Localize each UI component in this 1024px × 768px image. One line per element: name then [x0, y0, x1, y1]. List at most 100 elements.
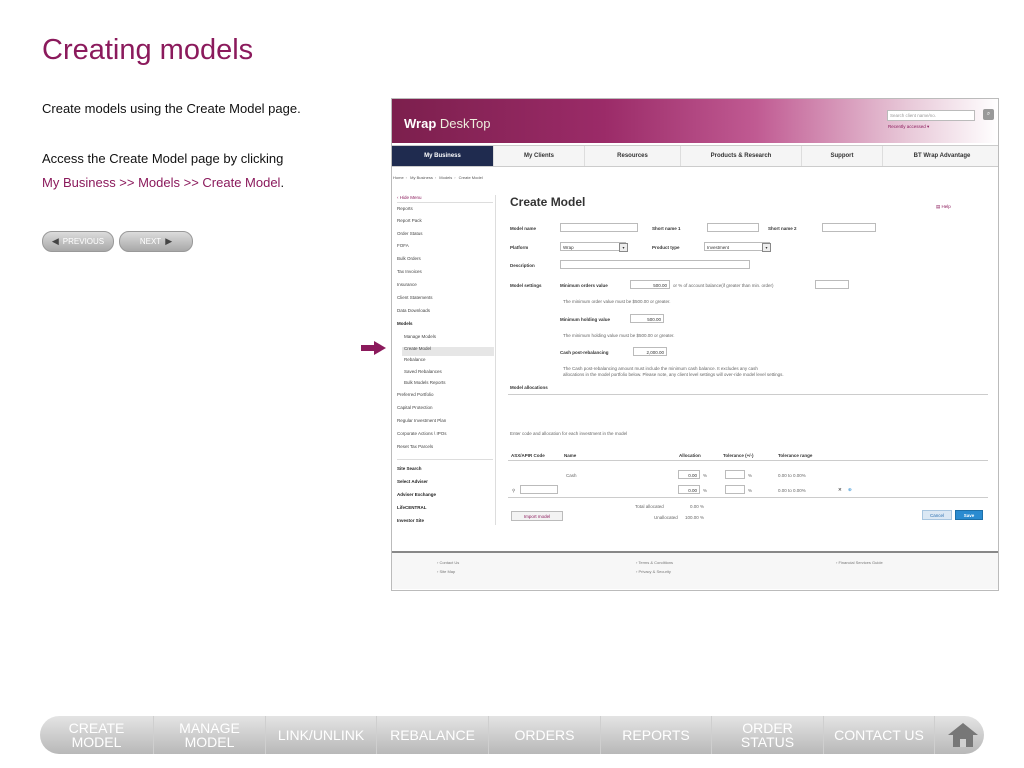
total-allocated-label: Total allocated — [635, 504, 664, 509]
platform-dropdown-icon[interactable]: ▾ — [619, 243, 628, 252]
bottom-nav-home[interactable] — [935, 716, 984, 754]
col-asx-apir-code: ASX/APIR Code — [511, 453, 545, 458]
unallocated-label: Unallocated — [654, 515, 678, 520]
next-button[interactable]: NEXT ▶ — [119, 231, 193, 252]
row-new-allocation-input[interactable]: 0.00 — [678, 485, 700, 494]
model-name-label: Model name — [510, 226, 537, 231]
search-icon[interactable]: ⌕ — [983, 109, 994, 120]
minimum-orders-suffix: or % of account balance(if greater than … — [673, 283, 774, 288]
total-allocated-value: 0.00 % — [690, 504, 705, 509]
previous-button[interactable]: ◀ PREVIOUS — [42, 231, 114, 252]
nav-tab-products-research[interactable]: Products & Research — [681, 146, 802, 166]
col-tolerance-range: Tolerance range — [778, 453, 813, 458]
app-footer — [392, 551, 998, 589]
platform-label: Platform — [510, 245, 529, 250]
product-type-select[interactable]: Investment — [704, 242, 770, 251]
bottom-nav-create-model[interactable]: CREATE MODEL — [40, 716, 154, 754]
description-input[interactable] — [560, 260, 750, 269]
nav-tab-my-business[interactable]: My Business — [392, 146, 494, 166]
unallocated-value: 100.00 % — [685, 515, 705, 520]
product-type-dropdown-icon[interactable]: ▾ — [762, 243, 771, 252]
pointer-arrow-icon — [361, 341, 387, 355]
model-name-input[interactable] — [560, 223, 638, 232]
bottom-navigation: CREATE MODEL MANAGE MODEL LINK/UNLINK RE… — [40, 716, 984, 754]
code-search-icon[interactable]: ⚲ — [512, 488, 515, 494]
bottom-nav-link-unlink[interactable]: LINK/UNLINK — [266, 716, 377, 754]
model-allocations-label: Model allocations — [510, 385, 548, 390]
bottom-nav-orders[interactable]: ORDERS — [489, 716, 601, 754]
short-name-2-input[interactable] — [822, 223, 876, 232]
breadcrumb-my-business[interactable]: My Business — [410, 175, 433, 180]
row-new-tolerance-input[interactable] — [725, 485, 745, 494]
import-model-button[interactable]: Import model — [511, 511, 563, 521]
home-icon — [947, 723, 978, 747]
row-cash-tolerance-input[interactable] — [725, 470, 745, 479]
previous-button-label: PREVIOUS — [62, 237, 105, 246]
model-settings-label: Model settings — [510, 283, 542, 288]
app-breadcrumb: Home › My Business › Models › Create Model — [393, 175, 483, 180]
row-new-code-input[interactable] — [520, 485, 558, 494]
remove-row-icon[interactable]: ✕ — [838, 487, 842, 493]
minimum-holding-note: The minimum holding value must be $500.0… — [563, 333, 675, 338]
help-link[interactable]: ▤ Help — [936, 204, 951, 210]
nav-tab-support[interactable]: Support — [802, 146, 883, 166]
recently-accessed-link[interactable]: Recently accessed ▾ — [888, 124, 929, 130]
footer-contact-us[interactable]: › Contact Us — [437, 560, 459, 565]
app-screenshot: Wrap DeskTop Search client name/no. ⌕ Re… — [391, 98, 999, 591]
footer-terms[interactable]: › Terms & Conditions — [636, 560, 673, 565]
short-name-1-input[interactable] — [707, 223, 759, 232]
description-label: Description — [510, 263, 535, 268]
bottom-nav-order-status[interactable]: ORDER STATUS — [712, 716, 824, 754]
minimum-holding-label: Minimum holding value — [560, 317, 611, 322]
col-tolerance: Tolerance (+/-) — [723, 453, 754, 458]
cash-note-line-2: allocations in the model portfolio below… — [563, 372, 784, 377]
cash-post-rebalancing-input[interactable]: 2,000.00 — [633, 347, 667, 356]
cancel-button[interactable]: Cancel — [922, 510, 952, 520]
bottom-nav-contact-us[interactable]: CONTACT US — [824, 716, 935, 754]
minimum-orders-label: Minimum orders value — [560, 283, 608, 288]
app-sidebar — [392, 195, 496, 525]
row-cash-name: Cash — [566, 473, 577, 478]
allocation-hint: Enter code and allocation for each inves… — [510, 431, 628, 436]
product-type-label: Product type — [652, 245, 680, 250]
add-row-icon[interactable]: ⊕ — [848, 487, 852, 493]
nav-tab-bt-wrap-advantage[interactable]: BT Wrap Advantage — [883, 146, 998, 166]
row-cash-tolerance-percent: % — [748, 473, 753, 478]
row-cash-tolerance-range: 0.00 to 0.00% — [778, 473, 806, 478]
footer-privacy[interactable]: › Privacy & Security — [636, 569, 671, 574]
breadcrumb-home[interactable]: Home — [393, 175, 404, 180]
minimum-orders-note: The minimum order value must be $500.00 … — [563, 299, 671, 304]
footer-site-map[interactable]: › Site Map — [437, 569, 455, 574]
cash-note-line-1: The Cash post-rebalancing amount must in… — [563, 366, 758, 371]
minimum-orders-percent-input[interactable] — [815, 280, 849, 289]
row-new-tolerance-range: 0.00 to 0.00% — [778, 488, 806, 493]
breadcrumb-models[interactable]: Models — [439, 175, 452, 180]
app-main-nav: My Business My Clients Resources Product… — [392, 145, 998, 167]
app-logo-suffix: DeskTop — [439, 116, 491, 131]
minimum-holding-input[interactable]: 500.00 — [630, 314, 664, 323]
bottom-nav-reports[interactable]: REPORTS — [601, 716, 712, 754]
client-search-input[interactable]: Search client name/no. — [887, 110, 975, 121]
platform-select[interactable]: Wrap — [560, 242, 626, 251]
create-model-heading: Create Model — [510, 195, 586, 209]
col-allocation: Allocation — [679, 453, 701, 458]
navigation-path-period: . — [280, 175, 285, 190]
nav-tab-resources[interactable]: Resources — [585, 146, 681, 166]
nav-tab-my-clients[interactable]: My Clients — [494, 146, 585, 166]
cash-post-rebalancing-label: Cash post-rebalancing — [560, 350, 609, 355]
row-new-allocation-percent: % — [703, 488, 708, 493]
page-title: Creating models — [42, 34, 254, 66]
minimum-orders-input[interactable]: 500.00 — [630, 280, 670, 289]
bottom-nav-manage-model[interactable]: MANAGE MODEL — [154, 716, 266, 754]
short-name-1-label: Short name 1 — [652, 226, 681, 231]
previous-arrow-icon: ◀ — [51, 236, 59, 246]
save-button[interactable]: Save — [955, 510, 983, 520]
row-cash-allocation-percent: % — [703, 473, 708, 478]
navigation-path-link: My Business >> Models >> Create Model — [42, 175, 281, 190]
footer-fsg[interactable]: › Financial Services Guide — [836, 560, 883, 565]
col-name: Name — [564, 453, 577, 458]
row-cash-allocation-input[interactable]: 0.00 — [678, 470, 700, 479]
bottom-nav-rebalance[interactable]: REBALANCE — [377, 716, 489, 754]
help-link-label: Help — [941, 204, 951, 209]
app-logo-brand: Wrap — [404, 116, 437, 131]
